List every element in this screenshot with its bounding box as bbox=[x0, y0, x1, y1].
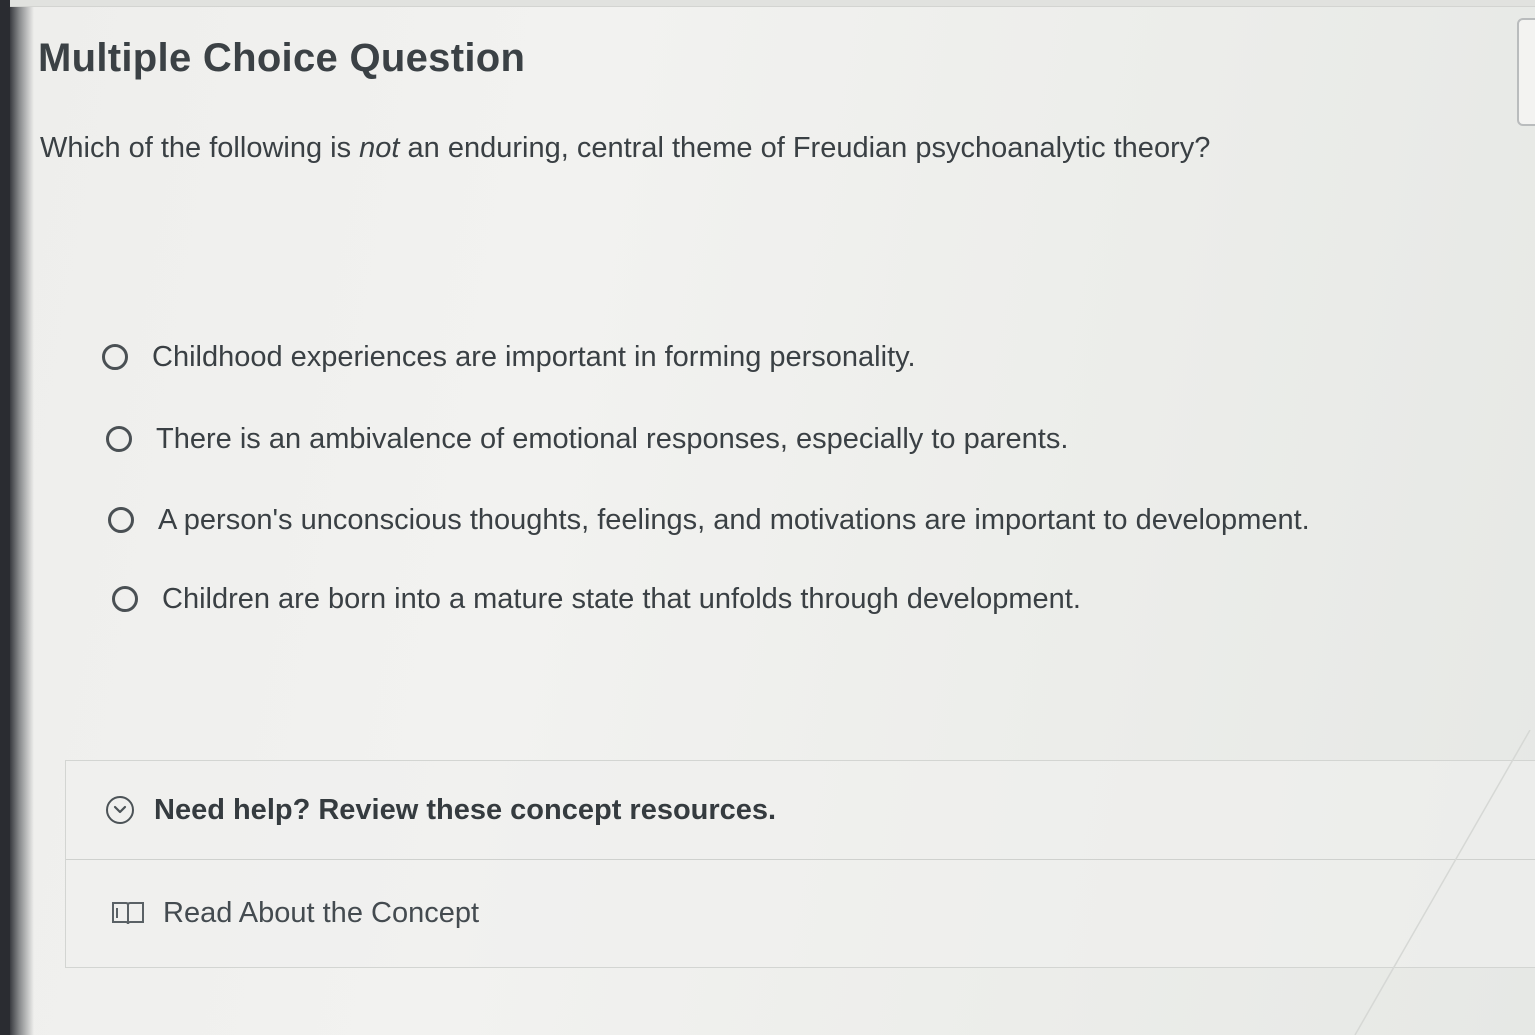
answer-option-1[interactable]: Childhood experiences are important in f… bbox=[102, 332, 916, 382]
book-icon bbox=[111, 899, 145, 927]
chevron-down-circle-icon[interactable] bbox=[106, 796, 134, 824]
side-panel-edge[interactable] bbox=[1517, 18, 1535, 126]
option-label: A person's unconscious thoughts, feeling… bbox=[158, 503, 1310, 536]
radio-button[interactable] bbox=[106, 426, 132, 452]
option-label: Children are born into a mature state th… bbox=[162, 582, 1081, 615]
answer-option-2[interactable]: There is an ambivalence of emotional res… bbox=[106, 414, 1068, 464]
concept-resources-panel: Need help? Review these concept resource… bbox=[65, 760, 1535, 968]
radio-button[interactable] bbox=[112, 586, 138, 612]
concept-resources-title: Need help? Review these concept resource… bbox=[154, 793, 777, 826]
read-about-concept-link[interactable]: Read About the Concept bbox=[66, 860, 1535, 966]
radio-button[interactable] bbox=[108, 507, 134, 533]
option-label: There is an ambivalence of emotional res… bbox=[156, 422, 1069, 455]
prompt-text-start: Which of the following is bbox=[40, 132, 360, 164]
resource-label: Read About the Concept bbox=[163, 896, 480, 929]
option-label: Childhood experiences are important in f… bbox=[152, 340, 916, 373]
prompt-text-end: an enduring, central theme of Freudian p… bbox=[399, 132, 1211, 164]
answer-option-4[interactable]: Children are born into a mature state th… bbox=[112, 574, 1081, 624]
top-edge bbox=[10, 0, 1535, 7]
answer-option-3[interactable]: A person's unconscious thoughts, feeling… bbox=[108, 495, 1310, 545]
radio-button[interactable] bbox=[102, 344, 128, 370]
question-prompt: Which of the following is not an endurin… bbox=[40, 132, 1210, 165]
screen: Multiple Choice Question Which of the fo… bbox=[0, 0, 1535, 1035]
prompt-emphasis: not bbox=[359, 132, 400, 164]
page-title: Multiple Choice Question bbox=[38, 36, 526, 80]
concept-resources-toggle[interactable]: Need help? Review these concept resource… bbox=[66, 761, 1535, 860]
question-page: Multiple Choice Question Which of the fo… bbox=[10, 0, 1535, 1035]
